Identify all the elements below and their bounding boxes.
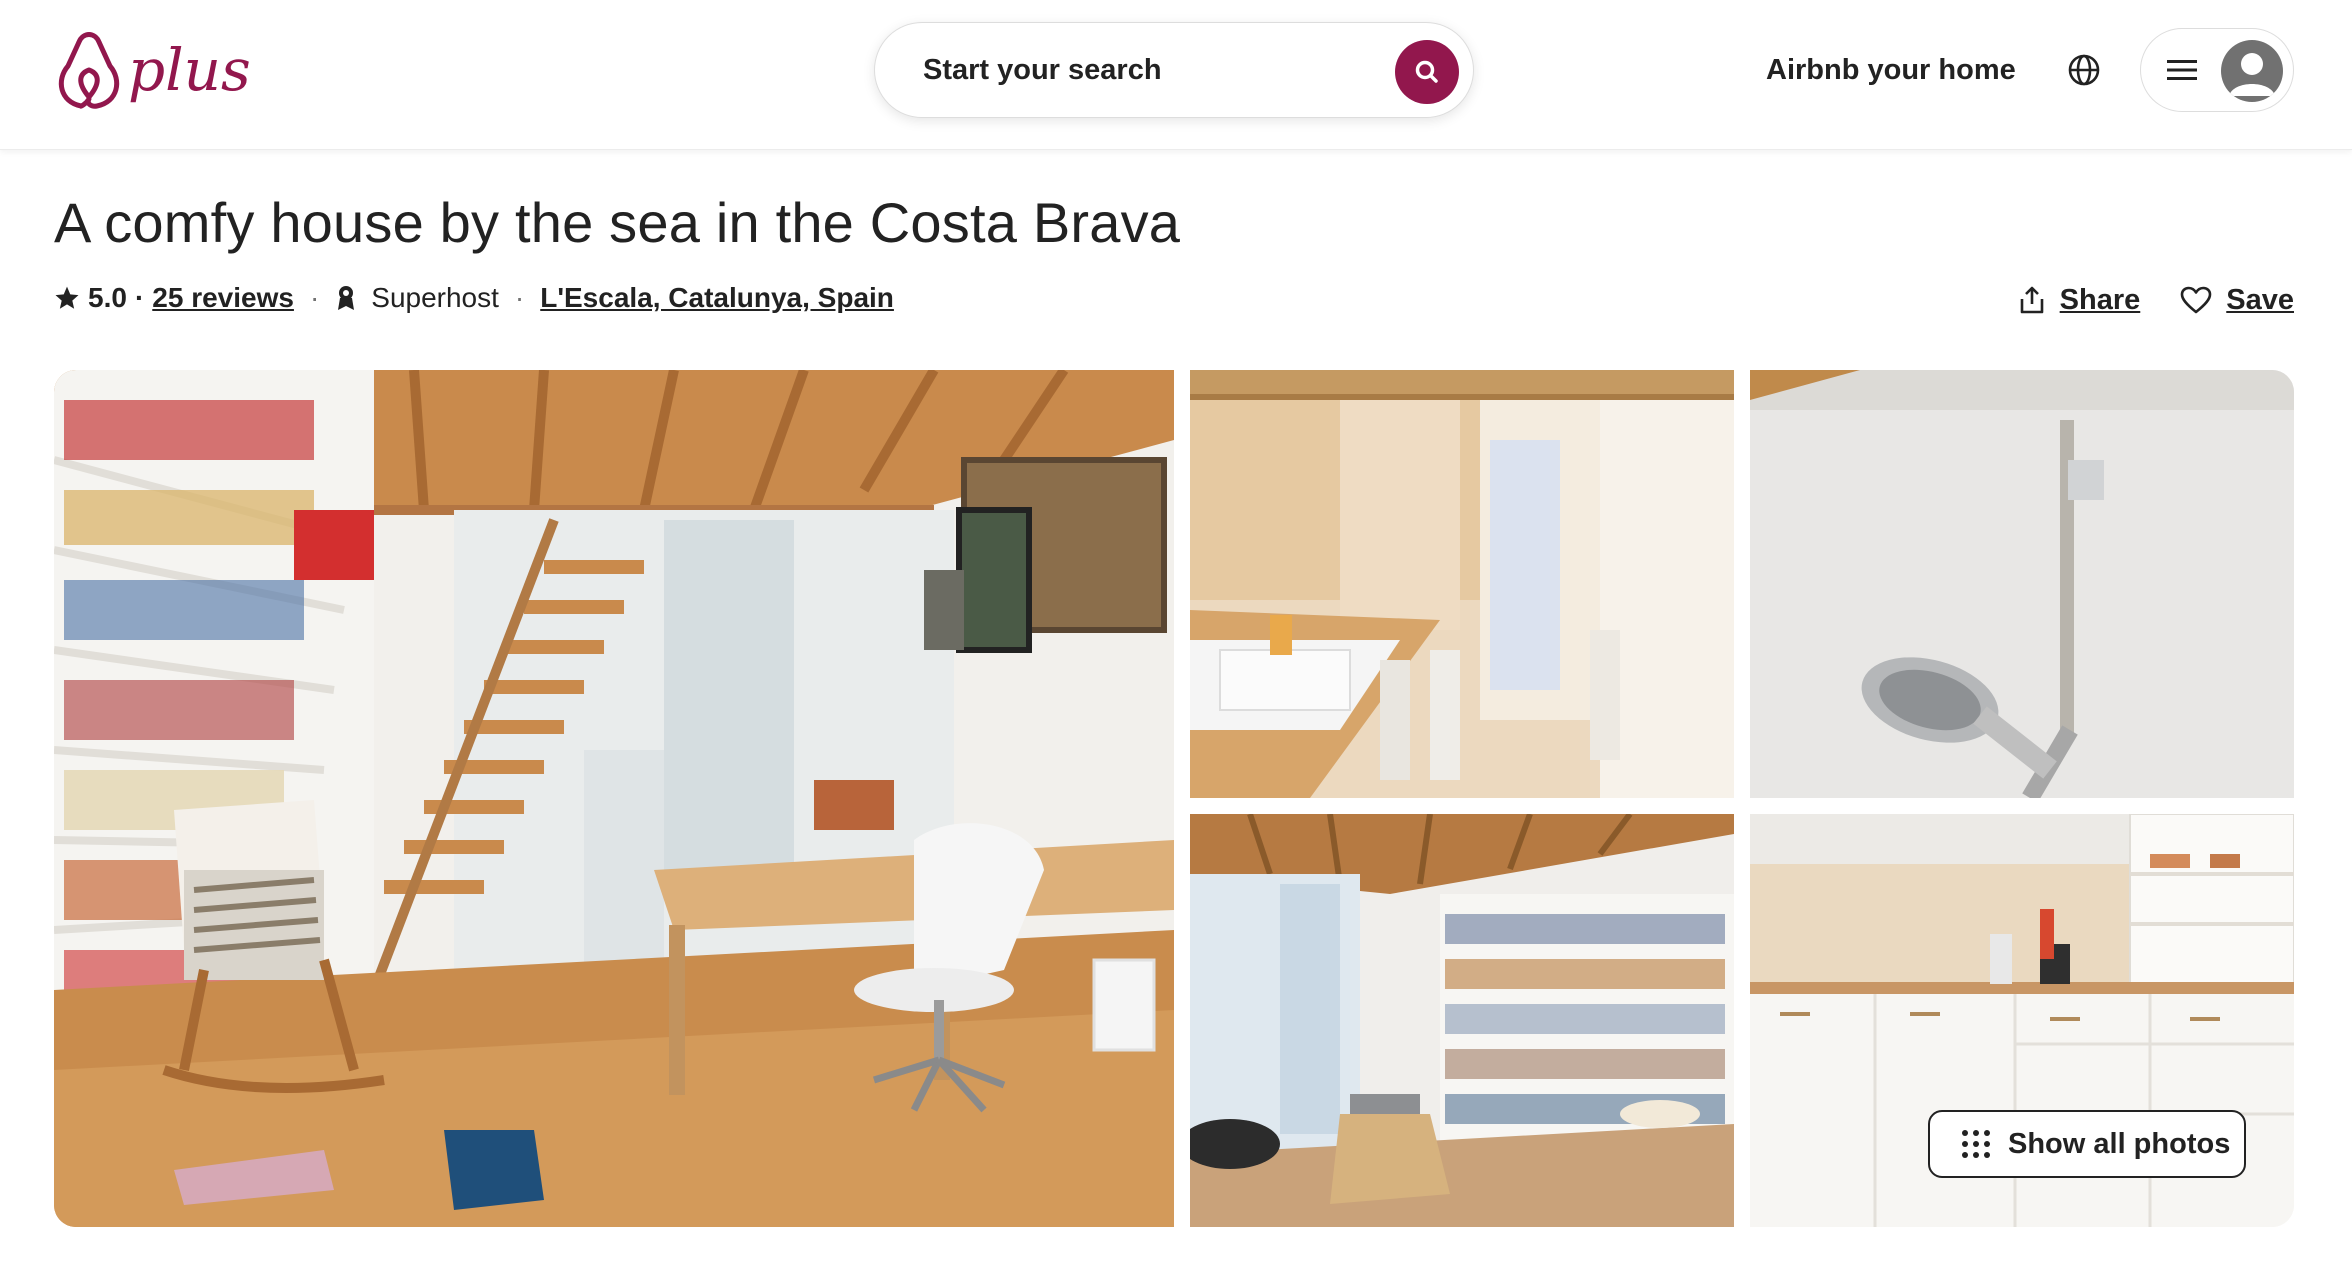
rating-separator: ·	[134, 282, 145, 313]
listing-title: A comfy house by the sea in the Costa Br…	[54, 191, 1181, 254]
avatar-icon	[2221, 40, 2283, 102]
share-button[interactable]: Share	[2018, 283, 2141, 317]
language-button[interactable]	[2064, 50, 2104, 90]
star-icon	[55, 286, 79, 309]
photo-reading-room[interactable]	[1190, 814, 1734, 1227]
share-icon	[2020, 286, 2043, 314]
globe-icon	[2068, 54, 2100, 86]
separator-dot: ·	[514, 282, 525, 313]
rating-value: 5.0	[88, 282, 127, 313]
listing-actions: Share Save	[1978, 278, 2294, 322]
search-bar[interactable]: Start your search	[874, 22, 1474, 118]
superhost-icon	[338, 286, 355, 310]
save-label: Save	[2226, 283, 2294, 316]
save-button[interactable]: Save	[2180, 284, 2294, 317]
grid-dots-icon	[1962, 1130, 1990, 1158]
airbnb-plus-logo[interactable]: plus	[50, 18, 265, 118]
airbnb-your-home-link[interactable]: Airbnb your home	[1766, 48, 2016, 92]
photo-living-room[interactable]	[54, 370, 1174, 1227]
location-link[interactable]: L'Escala, Catalunya, Spain	[540, 282, 894, 314]
svg-text:plus: plus	[128, 36, 251, 104]
photo-gallery	[54, 370, 2294, 1227]
search-button[interactable]	[1395, 40, 1459, 104]
show-all-photos-button[interactable]: Show all photos	[1928, 1110, 2246, 1178]
hamburger-icon	[2167, 60, 2197, 80]
show-all-photos-label: Show all photos	[2008, 1127, 2231, 1160]
separator-dot: ·	[309, 282, 320, 313]
share-label: Share	[2059, 283, 2141, 316]
user-menu-button[interactable]	[2140, 28, 2294, 112]
superhost-badge: Superhost	[371, 282, 499, 313]
listing-meta-row: 5.0 · 25 reviews · Superhost · L'Escala,…	[54, 278, 894, 318]
top-navigation-bar: plus Start your search Airbnb your home	[0, 0, 2352, 150]
reviews-link[interactable]: 25 reviews	[152, 282, 294, 314]
search-placeholder: Start your search	[923, 53, 1162, 86]
photo-bathroom[interactable]	[1190, 370, 1734, 798]
search-icon	[1415, 60, 1438, 83]
heart-icon	[2180, 286, 2212, 314]
photo-shower[interactable]	[1750, 370, 2294, 798]
airbnb-belo-icon: plus	[58, 32, 251, 109]
